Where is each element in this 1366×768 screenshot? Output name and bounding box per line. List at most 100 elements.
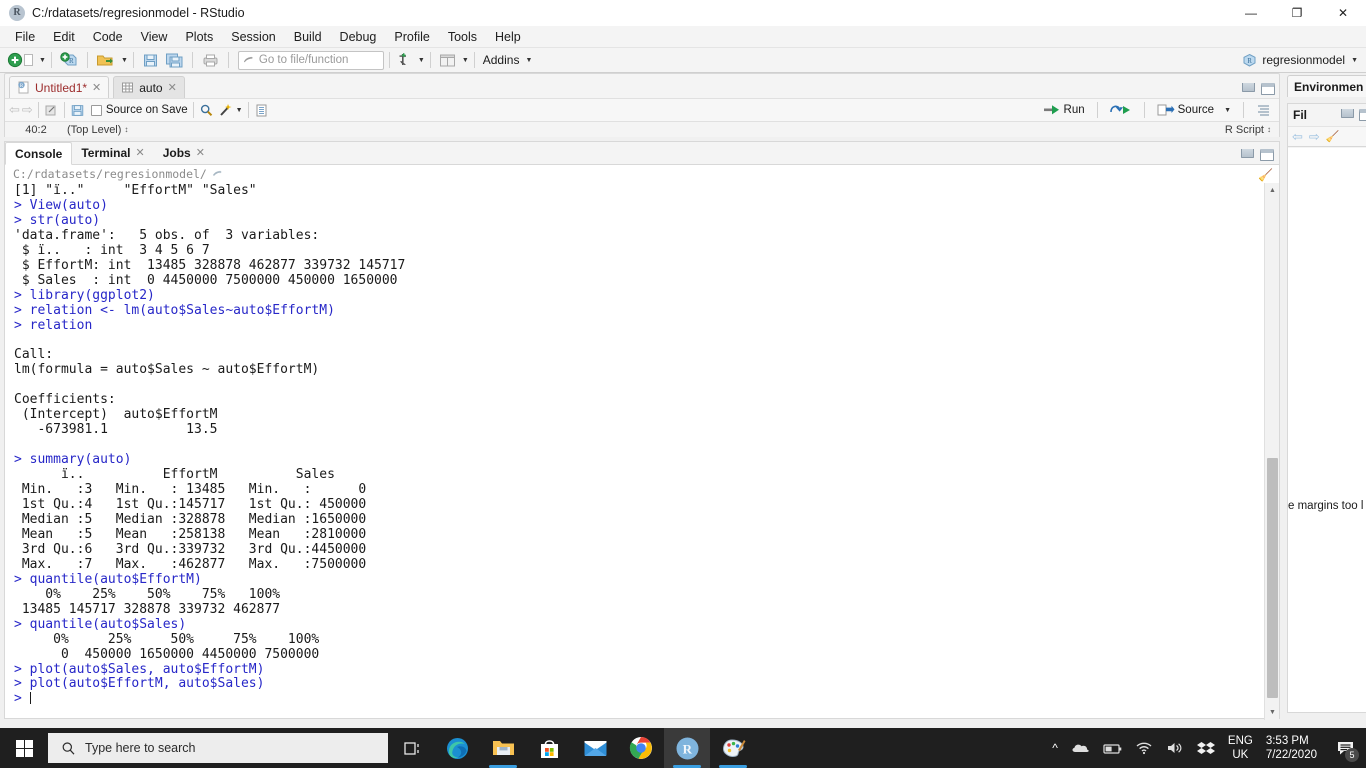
- close-icon[interactable]: ✕: [92, 81, 101, 94]
- mail-button[interactable]: [572, 728, 618, 768]
- broom-clear-icon[interactable]: 🧹: [1326, 130, 1340, 143]
- chevron-updown-icon[interactable]: ↕: [1267, 125, 1271, 134]
- microsoft-edge-button[interactable]: [434, 728, 480, 768]
- new-project-button[interactable]: R: [57, 50, 82, 71]
- wifi-icon[interactable]: [1135, 741, 1153, 755]
- dropbox-icon[interactable]: [1196, 741, 1215, 756]
- goto-file-function-input[interactable]: Go to file/function: [237, 50, 384, 70]
- maximize-pane-icon[interactable]: [1261, 83, 1275, 95]
- console-input-line: > quantile(auto$EffortM): [14, 571, 202, 587]
- code-tools-wand-icon[interactable]: [218, 103, 233, 118]
- minimize-pane-icon[interactable]: [1242, 83, 1255, 92]
- run-button[interactable]: Run: [1043, 103, 1085, 117]
- minimize-window-button[interactable]: —: [1228, 0, 1274, 26]
- notifications-button[interactable]: 5: [1330, 728, 1360, 768]
- taskbar-search-input[interactable]: Type here to search: [48, 733, 388, 763]
- menu-build[interactable]: Build: [285, 27, 331, 47]
- save-button[interactable]: [139, 50, 162, 71]
- version-control-icon[interactable]: [395, 50, 415, 71]
- open-folder-dropdown-caret[interactable]: ▼: [121, 57, 128, 64]
- forward-arrow-icon[interactable]: ⇨: [22, 102, 33, 118]
- rstudio-button[interactable]: R: [664, 728, 710, 768]
- project-selector[interactable]: R regresionmodel ▼: [1242, 53, 1358, 68]
- menu-help[interactable]: Help: [486, 27, 530, 47]
- document-outline-icon[interactable]: [1256, 103, 1271, 117]
- menu-file[interactable]: File: [6, 27, 44, 47]
- broom-clear-console-icon[interactable]: 🧹: [1258, 168, 1273, 182]
- google-chrome-button[interactable]: [618, 728, 664, 768]
- menu-session[interactable]: Session: [222, 27, 284, 47]
- volume-icon[interactable]: [1166, 741, 1184, 755]
- close-window-button[interactable]: ✕: [1320, 0, 1366, 26]
- back-arrow-icon[interactable]: ⇦: [1292, 129, 1303, 145]
- compile-report-icon[interactable]: [254, 103, 269, 118]
- project-dropdown-caret[interactable]: ▼: [1351, 57, 1358, 64]
- console-output[interactable]: [1] "ï.." "EffortM" "Sales" > View(auto) >…: [5, 183, 1279, 720]
- rerun-icon[interactable]: [1109, 103, 1132, 117]
- show-hidden-icons-icon[interactable]: ^: [1052, 741, 1058, 755]
- code-tools-dropdown-caret[interactable]: ▼: [236, 107, 243, 114]
- r-logo-icon: R: [9, 5, 25, 21]
- source-tab-untitled1[interactable]: R Untitled1* ✕: [9, 76, 110, 98]
- menu-profile[interactable]: Profile: [385, 27, 438, 47]
- restore-window-button[interactable]: ❐: [1274, 0, 1320, 26]
- scrollbar-thumb[interactable]: [1267, 458, 1278, 698]
- minimize-pane-icon[interactable]: [1341, 109, 1354, 118]
- save-all-button[interactable]: [162, 50, 187, 71]
- print-button[interactable]: [198, 50, 223, 71]
- source-on-save-checkbox[interactable]: [90, 104, 102, 116]
- source-dropdown-caret[interactable]: ▼: [1224, 107, 1231, 114]
- open-folder-button[interactable]: [93, 50, 118, 71]
- tab-console[interactable]: Console: [5, 142, 73, 165]
- source-button[interactable]: Source: [1157, 103, 1214, 117]
- toolbar-divider: [1096, 102, 1098, 118]
- start-button[interactable]: [0, 728, 48, 768]
- paint-button[interactable]: [710, 728, 756, 768]
- show-in-new-window-icon[interactable]: [44, 103, 59, 118]
- close-icon[interactable]: ✕: [135, 146, 144, 159]
- version-control-dropdown-caret[interactable]: ▼: [418, 57, 425, 64]
- source-tab-auto[interactable]: auto ✕: [113, 76, 185, 98]
- menu-code[interactable]: Code: [84, 27, 132, 47]
- workspace-panes-dropdown-caret[interactable]: ▼: [462, 57, 469, 64]
- tab-environment[interactable]: Environmen: [1287, 75, 1366, 97]
- console-working-directory[interactable]: C:/rdatasets/regresionmodel/: [5, 165, 1279, 183]
- forward-arrow-icon[interactable]: ⇨: [1309, 129, 1320, 145]
- close-icon[interactable]: ✕: [168, 81, 177, 94]
- code-scope-selector[interactable]: (Top Level) ↕: [67, 124, 128, 136]
- console-scrollbar[interactable]: ▲ ▼: [1264, 183, 1279, 720]
- menu-plots[interactable]: Plots: [176, 27, 222, 47]
- new-file-button[interactable]: [4, 50, 36, 71]
- tab-terminal[interactable]: Terminal ✕: [72, 141, 153, 164]
- source-on-save-toggle[interactable]: Source on Save: [90, 104, 188, 116]
- battery-icon[interactable]: [1103, 742, 1122, 755]
- addins-dropdown-caret[interactable]: ▼: [525, 57, 532, 64]
- save-icon[interactable]: [70, 103, 85, 118]
- back-arrow-icon[interactable]: ⇦: [9, 102, 20, 118]
- scroll-down-icon[interactable]: ▼: [1265, 705, 1280, 720]
- menu-tools[interactable]: Tools: [439, 27, 486, 47]
- scroll-up-icon[interactable]: ▲: [1265, 183, 1280, 198]
- tab-jobs[interactable]: Jobs ✕: [154, 141, 214, 164]
- addins-button[interactable]: Addins: [480, 53, 523, 67]
- file-type-selector[interactable]: R Script ↕: [1225, 124, 1271, 136]
- tab-files[interactable]: Fil: [1288, 108, 1312, 122]
- clock[interactable]: 3:53 PM 7/22/2020: [1266, 734, 1317, 762]
- magnifier-icon[interactable]: [199, 103, 214, 118]
- menu-view[interactable]: View: [132, 27, 177, 47]
- task-view-button[interactable]: [388, 728, 434, 768]
- microsoft-store-button[interactable]: [526, 728, 572, 768]
- menu-debug[interactable]: Debug: [331, 27, 386, 47]
- new-file-dropdown-caret[interactable]: ▼: [39, 57, 46, 64]
- close-icon[interactable]: ✕: [196, 146, 205, 159]
- menu-edit[interactable]: Edit: [44, 27, 84, 47]
- open-in-explorer-icon[interactable]: [212, 168, 224, 180]
- language-indicator[interactable]: ENG UK: [1228, 734, 1253, 762]
- file-explorer-button[interactable]: [480, 728, 526, 768]
- onedrive-icon[interactable]: [1071, 741, 1090, 755]
- minimize-pane-icon[interactable]: [1241, 149, 1254, 158]
- workspace-panes-icon[interactable]: [436, 50, 459, 71]
- maximize-pane-icon[interactable]: [1260, 149, 1274, 161]
- chevron-updown-icon[interactable]: ↕: [124, 125, 128, 134]
- maximize-pane-icon[interactable]: [1359, 109, 1366, 121]
